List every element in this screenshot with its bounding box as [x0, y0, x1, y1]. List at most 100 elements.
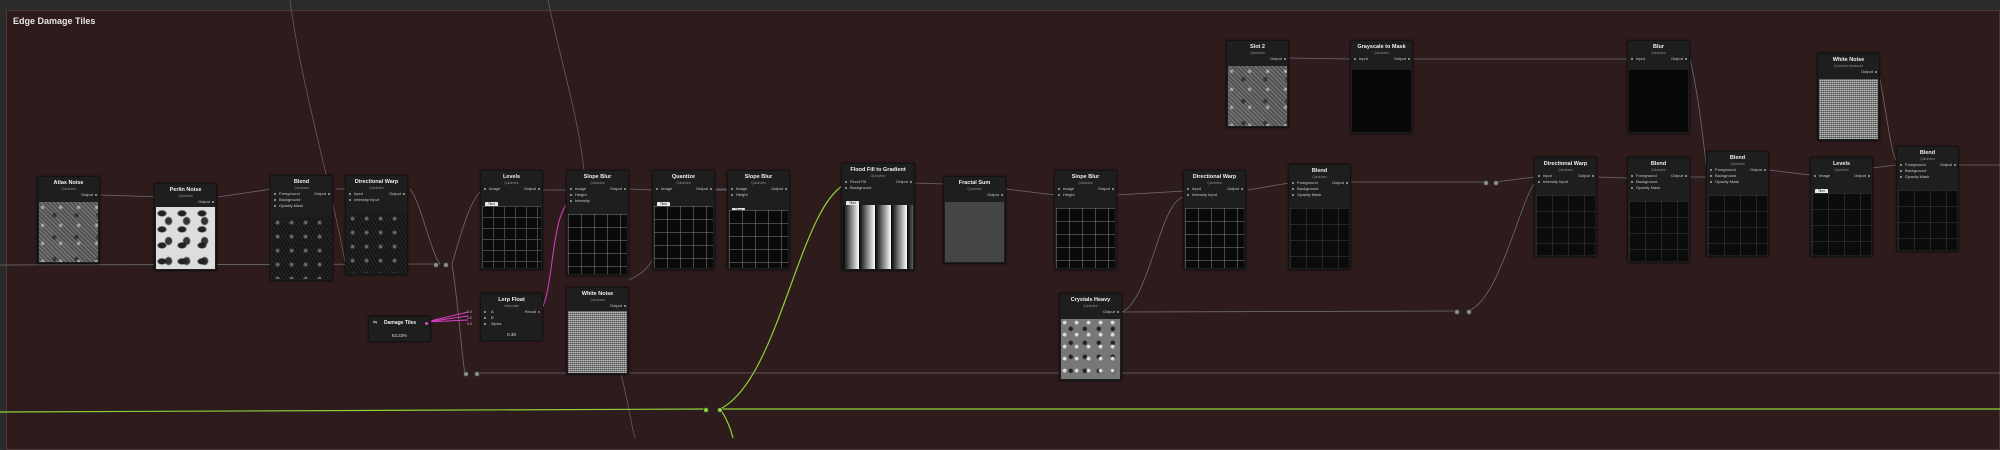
input-port[interactable]: Opacity Mask: [1707, 179, 1768, 185]
input-port[interactable]: Image: [653, 186, 714, 192]
node-blend[interactable]: Blend Quickview Output Foreground Backgr…: [1896, 146, 1959, 252]
reroute-dot-green[interactable]: [703, 407, 709, 413]
input-port[interactable]: Intensity: [567, 198, 628, 204]
node-blend[interactable]: Blend Quickview Output Foreground Backgr…: [270, 175, 333, 281]
node-title: Slot 2: [1250, 44, 1265, 50]
output-label: Output: [609, 303, 622, 308]
preview-thumbnail: [1898, 190, 1957, 250]
node-perlin-noise[interactable]: Perlin Noise Quickview Output Tiled: [154, 183, 217, 271]
node-slope-blur[interactable]: Slope Blur Quickview Output Image Height…: [566, 170, 629, 276]
node-title: Atlas Noise: [53, 180, 84, 186]
preview-thumbnail: [568, 311, 627, 373]
input-port[interactable]: Background: [842, 185, 914, 191]
node-title: Crystals Heavy: [1070, 297, 1111, 303]
preview-thumbnail: [482, 206, 541, 268]
reroute-dot[interactable]: [1454, 309, 1460, 315]
input-port[interactable]: Opacity Mask: [1897, 174, 1958, 180]
input-port[interactable]: Intensity Input: [1535, 179, 1596, 185]
input-port[interactable]: Height: [1055, 192, 1116, 198]
reroute-dot[interactable]: [474, 371, 480, 377]
node-title: White Noise: [1832, 57, 1865, 63]
output-label: Output: [986, 192, 999, 197]
input-tag: 0.5: [467, 322, 472, 326]
node-slot-2[interactable]: Slot 2 Quickview Output Tiled: [1226, 40, 1289, 128]
node-title: Directional Warp: [1192, 174, 1237, 180]
preview-thumbnail: [945, 202, 1004, 262]
input-port[interactable]: Intensity Input: [346, 197, 407, 203]
node-white-noise[interactable]: White Noise Quickview Output Tiled: [566, 287, 629, 375]
reroute-dot[interactable]: [443, 262, 449, 268]
node-directional-warp[interactable]: Directional Warp Quickview Output Input …: [345, 175, 408, 275]
preview-thumbnail: [1352, 70, 1411, 132]
node-levels[interactable]: Levels Quickview Output Image Tiled: [1810, 157, 1873, 257]
preview-thumbnail: [1708, 195, 1767, 255]
input-port[interactable]: Input: [1628, 56, 1689, 62]
node-slope-blur[interactable]: Slope Blur Quickview Output Image Height…: [727, 170, 790, 270]
node-title: Blend: [1650, 161, 1667, 167]
reroute-dot[interactable]: [433, 262, 439, 268]
input-label: B: [491, 315, 494, 320]
output-port[interactable]: [95, 193, 97, 196]
node-title: Levels: [502, 174, 521, 180]
slider-icon: ⇆: [373, 320, 378, 326]
output-port[interactable]: [624, 304, 626, 307]
node-crystals-heavy[interactable]: Crystals Heavy Quickview Output Tiled: [1059, 293, 1122, 381]
node-blend[interactable]: Blend Quickview Output Foreground Backgr…: [1288, 164, 1351, 270]
input-port[interactable]: Image: [481, 186, 542, 192]
input-port[interactable]: Opacity Mask: [271, 203, 332, 209]
preview-thumbnail: [1185, 208, 1244, 268]
node-quantize[interactable]: Quantize Quickview Output Image Tiled: [652, 170, 715, 270]
input-port[interactable]: Input: [1351, 56, 1412, 62]
node-title: Blend: [1311, 168, 1328, 174]
node-title: Blur: [1653, 44, 1664, 50]
preview-thumbnail: [1061, 319, 1120, 379]
input-port[interactable]: Height: [728, 192, 789, 198]
node-title: Fractal Sum: [958, 180, 991, 186]
output-port[interactable]: [1875, 70, 1877, 73]
parameter-value[interactable]: 63.33%: [369, 333, 430, 338]
preview-thumbnail: [1536, 195, 1595, 255]
preview-thumbnail: [1228, 66, 1287, 126]
node-title: Directional Warp: [354, 179, 399, 185]
node-directional-warp[interactable]: Directional Warp Quickview Output Input …: [1534, 157, 1597, 257]
input-port[interactable]: Intensity Input: [1184, 192, 1245, 198]
reroute-dot[interactable]: [463, 371, 469, 377]
output-port[interactable]: [212, 200, 214, 203]
output-port[interactable]: [1001, 193, 1003, 196]
node-title: Slope Blur: [1071, 174, 1100, 180]
parameter-output-port[interactable]: [425, 322, 428, 325]
output-label: Output: [80, 192, 93, 197]
preview-thumbnail: [654, 206, 713, 268]
node-grayscale-to-mask[interactable]: Grayscale to Mask Quickview Output Input…: [1350, 40, 1413, 134]
node-fractal-sum[interactable]: Fractal Sum Quickview Output Tiled: [943, 176, 1006, 264]
node-slope-blur[interactable]: Slope Blur Quickview Output Image Height…: [1054, 170, 1117, 270]
reroute-dot-green[interactable]: [717, 407, 723, 413]
node-blend[interactable]: Blend Quickview Output Foreground Backgr…: [1627, 157, 1690, 263]
node-directional-warp[interactable]: Directional Warp Quickview Output Input …: [1183, 170, 1246, 270]
node-title: Blend: [293, 179, 310, 185]
output-label: Output: [197, 199, 210, 204]
output-port[interactable]: [1284, 57, 1286, 60]
reroute-dot[interactable]: [1493, 180, 1499, 186]
input-port[interactable]: 0.5 Alpha: [467, 321, 542, 327]
node-atlas-noise[interactable]: Atlas Noise Quickview Output: [37, 176, 100, 264]
node-flood-fill-to-gradient[interactable]: Flood Fill to Gradient Quickview Output …: [841, 163, 915, 271]
node-white-noise[interactable]: White Noise Quickview Advanced Output Ti…: [1817, 53, 1880, 141]
input-port[interactable]: Image: [1811, 173, 1872, 179]
reroute-dot[interactable]: [1483, 180, 1489, 186]
node-title: Quantize: [671, 174, 696, 180]
node-damage-tiles-parameter[interactable]: ⇆ Damage Tiles 63.33%: [368, 316, 431, 342]
node-blur[interactable]: Blur Quickview Output Input Tiled: [1627, 40, 1690, 134]
preview-thumbnail: [843, 205, 913, 269]
input-port[interactable]: Opacity Mask: [1628, 185, 1689, 191]
preview-thumbnail: [272, 217, 331, 279]
preview-thumbnail: [156, 207, 215, 269]
node-title: Perlin Noise: [169, 187, 202, 193]
node-lerp-float[interactable]: Lerp Float Interpolate Result 0.0 A 1.0 …: [467, 293, 543, 341]
preview-thumbnail: [1056, 208, 1115, 268]
node-levels[interactable]: Levels Quickview Output Image Tiled: [480, 170, 543, 270]
output-port[interactable]: [1117, 310, 1119, 313]
reroute-dot[interactable]: [1466, 309, 1472, 315]
input-port[interactable]: Opacity Mask: [1289, 192, 1350, 198]
node-blend[interactable]: Blend Quickview Output Foreground Backgr…: [1706, 151, 1769, 257]
